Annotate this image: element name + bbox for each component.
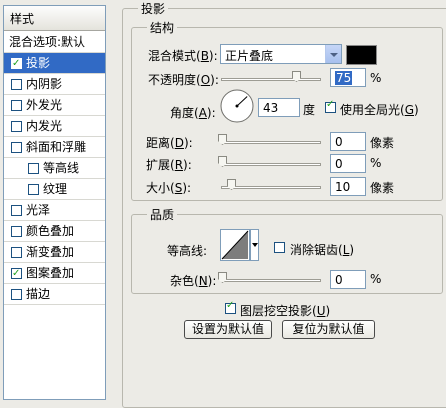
blending-options-item[interactable]: 混合选项:默认 xyxy=(4,32,105,53)
contour-checkbox[interactable] xyxy=(28,163,39,174)
noise-input[interactable]: 0 xyxy=(330,270,366,289)
chevron-down-icon xyxy=(325,45,341,63)
inner-glow-checkbox[interactable] xyxy=(11,121,22,132)
noise-unit: % xyxy=(370,272,382,286)
make-default-button[interactable]: 设置为默认值 xyxy=(184,320,272,339)
spread-unit: % xyxy=(370,156,382,170)
reset-default-button[interactable]: 复位为默认值 xyxy=(282,320,375,339)
style-item-label: 等高线 xyxy=(43,161,80,175)
satin-checkbox[interactable] xyxy=(11,205,22,216)
styles-list: 样式 混合选项:默认 投影 内阴影 外发光 内发光 斜面和浮雕 等高线 纹理 光… xyxy=(3,5,106,400)
layer-knocks-out-label[interactable]: 图层挖空投影(U) xyxy=(240,302,330,319)
distance-input[interactable]: 0 xyxy=(330,132,366,151)
style-item-label: 外发光 xyxy=(26,98,63,112)
quality-title: 品质 xyxy=(147,206,178,223)
angle-unit: 度 xyxy=(303,103,316,117)
use-global-light-label[interactable]: 使用全局光(G) xyxy=(340,101,419,118)
style-item-label: 颜色叠加 xyxy=(26,224,75,238)
opacity-input[interactable]: 75 xyxy=(330,68,366,87)
inner-shadow-checkbox[interactable] xyxy=(11,79,22,90)
contour-preview[interactable] xyxy=(220,229,250,261)
blend-mode-select[interactable]: 正片叠底 xyxy=(220,44,342,64)
style-item-drop-shadow[interactable]: 投影 xyxy=(4,53,105,74)
size-label: 大小(S): xyxy=(146,181,192,195)
drop-shadow-checkbox[interactable] xyxy=(11,54,22,74)
chevron-down-icon xyxy=(252,243,258,247)
linear-contour-icon xyxy=(221,230,249,260)
opacity-slider-track[interactable] xyxy=(221,78,321,81)
angle-label: 角度(A): xyxy=(170,106,216,120)
angle-input[interactable]: 43 xyxy=(258,98,300,117)
size-input[interactable]: 10 xyxy=(330,177,366,196)
shadow-color-swatch[interactable] xyxy=(346,45,377,65)
style-item-label: 渐变叠加 xyxy=(26,245,75,259)
blend-mode-label: 混合模式(B): xyxy=(148,49,218,63)
contour-label: 等高线: xyxy=(167,244,208,258)
angle-dial[interactable] xyxy=(219,88,255,124)
spread-input[interactable]: 0 xyxy=(330,154,366,173)
use-global-light-checkbox[interactable] xyxy=(325,99,336,113)
contour-picker-button[interactable] xyxy=(250,229,259,261)
gradient-overlay-checkbox[interactable] xyxy=(11,247,22,258)
style-item-bevel-emboss[interactable]: 斜面和浮雕 xyxy=(4,137,105,158)
drop-shadow-title: 投影 xyxy=(138,0,169,17)
spread-label: 扩展(R): xyxy=(146,158,192,172)
style-item-inner-glow[interactable]: 内发光 xyxy=(4,116,105,137)
style-item-texture[interactable]: 纹理 xyxy=(4,179,105,200)
noise-slider-track[interactable] xyxy=(221,279,321,282)
stroke-checkbox[interactable] xyxy=(11,289,22,300)
anti-alias-checkbox[interactable] xyxy=(274,242,285,253)
style-item-contour[interactable]: 等高线 xyxy=(4,158,105,179)
style-item-outer-glow[interactable]: 外发光 xyxy=(4,95,105,116)
size-slider-track[interactable] xyxy=(221,186,321,189)
style-item-label: 纹理 xyxy=(43,182,68,196)
style-item-inner-shadow[interactable]: 内阴影 xyxy=(4,74,105,95)
style-item-label: 图案叠加 xyxy=(26,266,75,280)
style-item-label: 描边 xyxy=(26,287,51,301)
style-item-label: 内发光 xyxy=(26,119,63,133)
bevel-emboss-checkbox[interactable] xyxy=(11,142,22,153)
distance-label: 距离(D): xyxy=(146,136,193,150)
structure-title: 结构 xyxy=(147,19,178,36)
style-item-label: 斜面和浮雕 xyxy=(26,140,87,154)
style-item-label: 投影 xyxy=(26,56,51,70)
noise-label: 杂色(N): xyxy=(170,274,217,288)
distance-unit: 像素 xyxy=(370,136,395,150)
anti-alias-label[interactable]: 消除锯齿(L) xyxy=(290,241,354,258)
style-item-satin[interactable]: 光泽 xyxy=(4,200,105,221)
outer-glow-checkbox[interactable] xyxy=(11,100,22,111)
texture-checkbox[interactable] xyxy=(28,184,39,195)
style-item-stroke[interactable]: 描边 xyxy=(4,284,105,305)
color-overlay-checkbox[interactable] xyxy=(11,226,22,237)
size-unit: 像素 xyxy=(370,181,395,195)
opacity-unit: % xyxy=(370,71,382,85)
style-item-label: 内阴影 xyxy=(26,77,63,91)
style-item-pattern-overlay[interactable]: 图案叠加 xyxy=(4,263,105,284)
distance-slider-track[interactable] xyxy=(221,141,321,144)
style-item-color-overlay[interactable]: 颜色叠加 xyxy=(4,221,105,242)
pattern-overlay-checkbox[interactable] xyxy=(11,264,22,284)
spread-slider-track[interactable] xyxy=(221,163,321,166)
style-item-label: 光泽 xyxy=(26,203,51,217)
layer-knocks-out-checkbox[interactable] xyxy=(225,300,236,314)
opacity-label: 不透明度(O): xyxy=(148,73,219,87)
style-item-gradient-overlay[interactable]: 渐变叠加 xyxy=(4,242,105,263)
styles-title[interactable]: 样式 xyxy=(4,6,105,31)
